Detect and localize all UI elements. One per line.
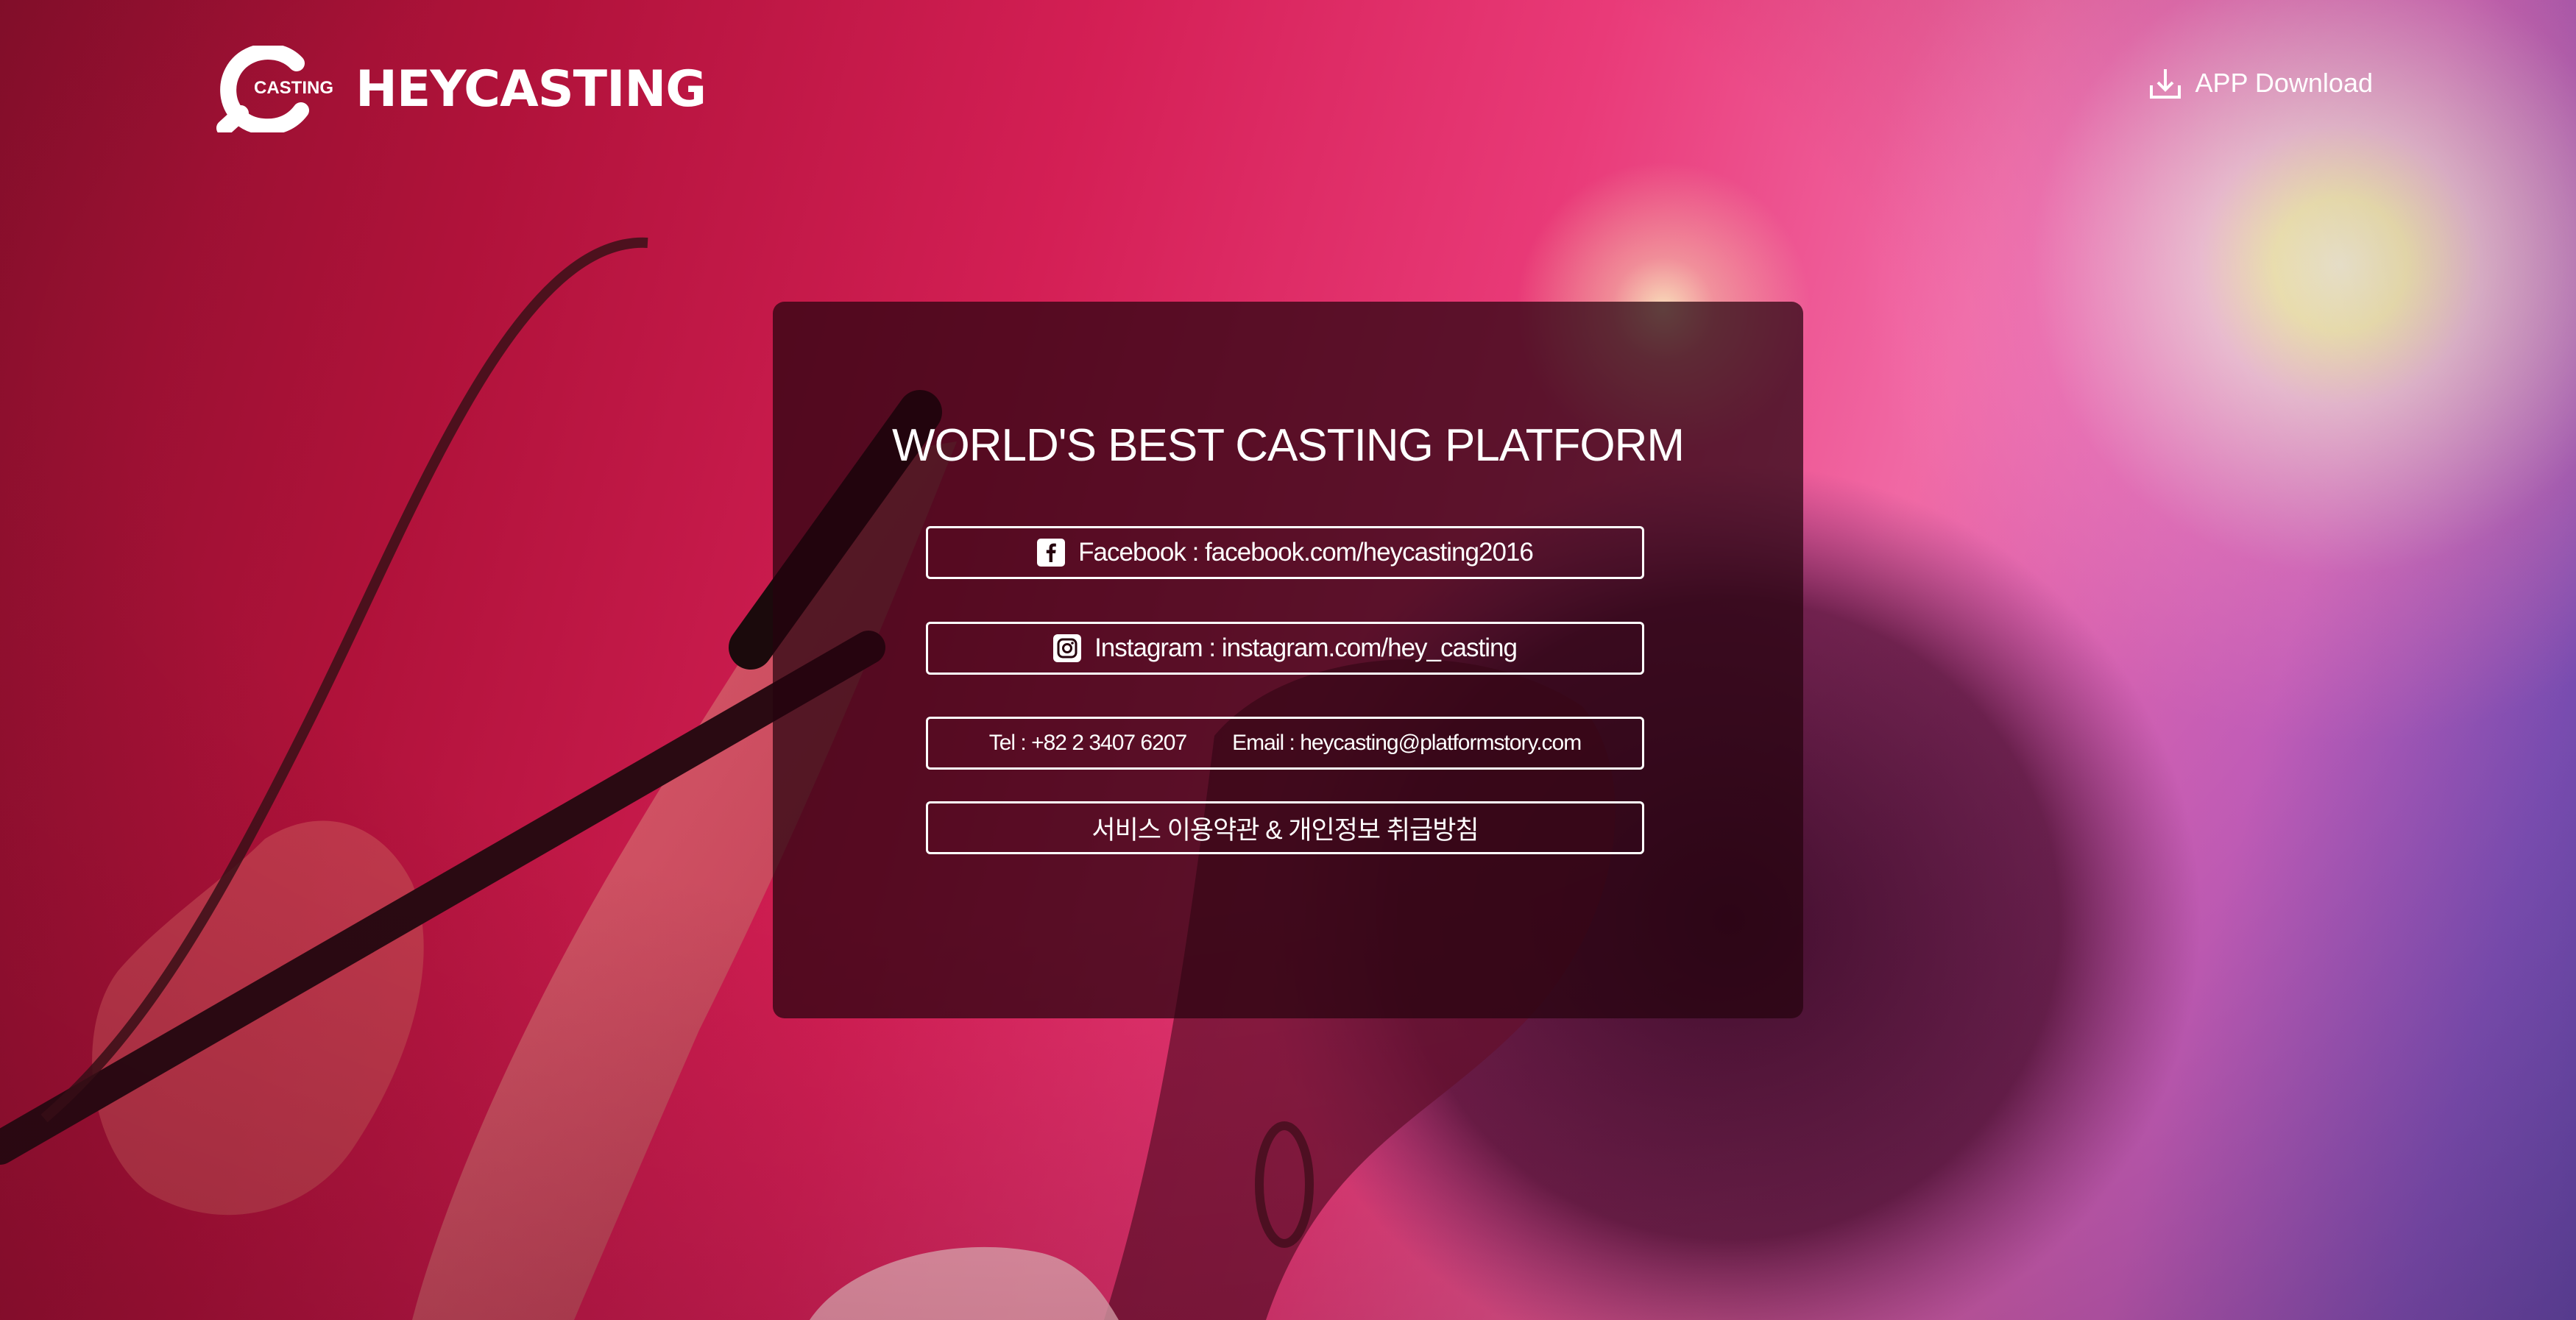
terms-privacy-link[interactable]: 서비스 이용약관 & 개인정보 취급방침 (926, 801, 1644, 854)
contact-email[interactable]: Email : heycasting@platformstory.com (1232, 731, 1582, 756)
facebook-link-text: Facebook : facebook.com/heycasting2016 (1078, 538, 1534, 567)
terms-privacy-text: 서비스 이용약관 & 개인정보 취급방침 (1091, 815, 1479, 845)
contact-info-box: Tel : +82 2 3407 6207 Email : heycasting… (926, 717, 1644, 770)
download-icon (2149, 69, 2181, 99)
info-panel: WORLD'S BEST CASTING PLATFORM Facebook :… (773, 302, 1803, 1018)
logo-mark: CASTING (216, 46, 333, 132)
contact-tel[interactable]: Tel : +82 2 3407 6207 (989, 731, 1187, 756)
logo-wordmark: HEYCASTING (355, 60, 707, 118)
instagram-link[interactable]: Instagram : instagram.com/hey_casting (926, 622, 1644, 675)
landing-page: CASTING HEYCASTING APP Download WORLD'S … (0, 0, 2576, 1320)
page-headline: WORLD'S BEST CASTING PLATFORM (891, 420, 1685, 471)
logo-link[interactable]: CASTING HEYCASTING (216, 46, 707, 132)
instagram-icon (1053, 634, 1082, 662)
facebook-icon (1037, 539, 1066, 567)
app-download-link[interactable]: APP Download (2148, 66, 2374, 100)
facebook-link[interactable]: Facebook : facebook.com/heycasting2016 (926, 526, 1644, 579)
instagram-link-text: Instagram : instagram.com/hey_casting (1094, 634, 1518, 662)
logo-mark-text: CASTING (254, 78, 333, 98)
app-download-label: APP Download (2195, 68, 2374, 98)
